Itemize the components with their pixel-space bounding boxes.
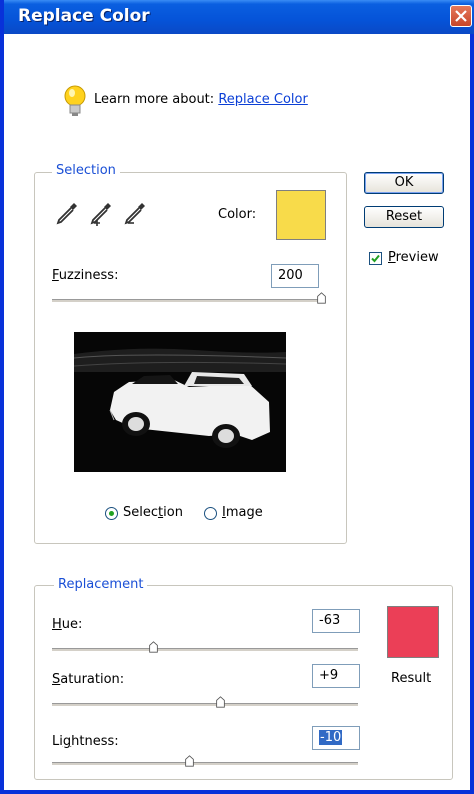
result-color-swatch[interactable] [387,606,439,658]
lightness-field-text: -10 [319,730,343,745]
tip-prefix: Learn more about: [94,92,215,107]
hue-label: Hue: [52,617,83,632]
close-icon [455,10,467,22]
hue-slider-track[interactable] [52,648,358,652]
color-label: Color: [218,207,257,222]
saturation-slider-track[interactable] [52,703,358,707]
fuzziness-slider-thumb[interactable] [316,292,327,304]
preview-checkbox[interactable] [369,252,382,265]
hue-slider-thumb[interactable] [148,641,159,653]
fuzziness-field[interactable]: 200 [271,264,319,288]
hue-field[interactable]: -63 [312,609,360,633]
replace-color-help-link[interactable]: Replace Color [218,92,308,107]
subtract-from-sample-eyedropper-icon[interactable] [122,200,148,226]
replacement-group-label: Replacement [54,577,148,592]
result-label: Result [391,671,432,686]
checkmark-icon [371,254,380,263]
fuzziness-label: Fuzziness: [52,268,119,283]
window-title: Replace Color [18,6,150,26]
title-bar[interactable]: Replace Color [4,0,474,34]
selection-preview-image [74,332,286,472]
close-button[interactable] [450,5,472,27]
image-radio-label: Image [222,505,263,520]
fuzziness-slider-track[interactable] [52,299,322,303]
selection-radio[interactable] [105,507,118,520]
learn-more-tip: Learn more about: Replace Color [94,92,308,107]
image-radio[interactable] [204,507,217,520]
lightness-slider-thumb[interactable] [184,755,195,767]
ok-button[interactable]: OK [364,172,444,194]
lightbulb-icon [64,85,86,116]
saturation-label: Saturation: [52,672,125,687]
saturation-slider-thumb[interactable] [215,696,226,708]
lightness-slider-track[interactable] [52,762,358,766]
lightness-label: Lightness: [52,734,119,749]
eyedropper-icon[interactable] [54,200,80,226]
selection-radio-dot [109,511,114,516]
selection-color-swatch[interactable] [276,190,326,240]
lightness-field[interactable]: -10 [312,726,360,750]
fuzziness-label-text: uzziness: [58,268,119,283]
selection-radio-label: Selection [123,505,183,520]
add-to-sample-eyedropper-icon[interactable] [88,200,114,226]
selection-group-label: Selection [52,163,120,178]
reset-button[interactable]: Reset [364,206,444,228]
preview-label: Preview [388,250,439,265]
saturation-field[interactable]: +9 [312,664,360,688]
